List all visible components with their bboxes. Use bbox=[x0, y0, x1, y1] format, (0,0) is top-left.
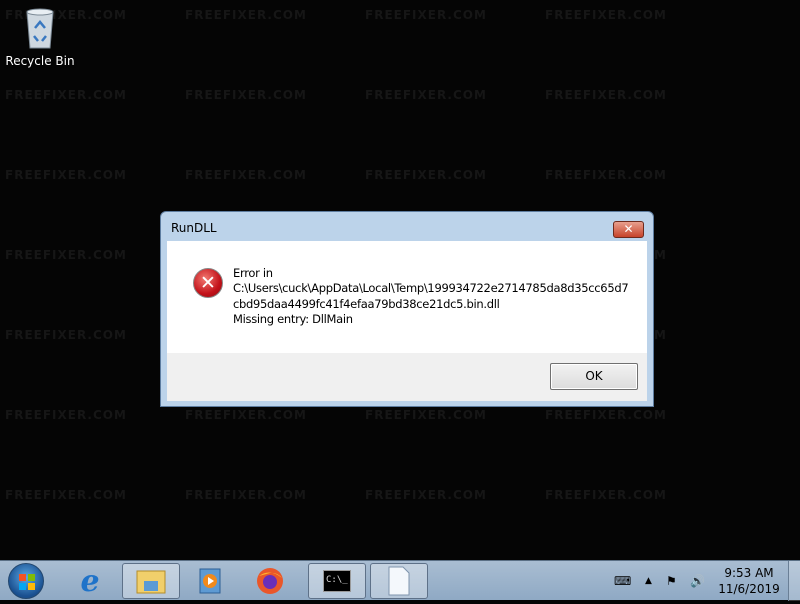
watermark-text: FREEFIXER.COM bbox=[365, 168, 487, 182]
taskbar-media-player[interactable] bbox=[181, 563, 239, 599]
message-line: cbd95daa4499fc41f4efaa79bd38ce21dc5.bin.… bbox=[233, 296, 500, 311]
watermark-text: FREEFIXER.COM bbox=[5, 168, 127, 182]
show-hidden-icons-button[interactable]: ▲ bbox=[645, 561, 652, 601]
watermark-text: FREEFIXER.COM bbox=[365, 408, 487, 422]
message-line: C:\Users\cuck\AppData\Local\Temp\1999347… bbox=[233, 281, 629, 296]
firefox-icon bbox=[257, 568, 283, 594]
watermark-text: FREEFIXER.COM bbox=[545, 8, 667, 22]
watermark-text: FREEFIXER.COM bbox=[545, 408, 667, 422]
taskbar-command-prompt[interactable]: C:\_ bbox=[308, 563, 366, 599]
watermark-text: FREEFIXER.COM bbox=[545, 88, 667, 102]
watermark-text: FREEFIXER.COM bbox=[365, 488, 487, 502]
clock-time: 9:53 AM bbox=[724, 566, 774, 580]
watermark-text: FREEFIXER.COM bbox=[185, 88, 307, 102]
windows-logo-icon bbox=[19, 574, 35, 590]
watermark-text: FREEFIXER.COM bbox=[185, 408, 307, 422]
message-line: Missing entry: DllMain bbox=[233, 311, 353, 326]
watermark-text: FREEFIXER.COM bbox=[545, 168, 667, 182]
taskbar-document[interactable] bbox=[370, 563, 428, 599]
document-icon bbox=[388, 566, 410, 596]
watermark-text: FREEFIXER.COM bbox=[5, 328, 127, 342]
watermark-text: FREEFIXER.COM bbox=[5, 88, 127, 102]
watermark-text: FREEFIXER.COM bbox=[5, 488, 127, 502]
watermark-text: FREEFIXER.COM bbox=[185, 8, 307, 22]
taskbar: e C:\_ ⌨ ▲ ⚑ 🔊 9:53 AM 11/6/2019 bbox=[0, 560, 800, 601]
dialog-footer: OK bbox=[167, 353, 647, 401]
taskbar-firefox[interactable] bbox=[241, 563, 299, 599]
clock-date: 11/6/2019 bbox=[718, 582, 780, 596]
taskbar-windows-explorer[interactable] bbox=[122, 563, 180, 599]
dialog-title: RunDLL bbox=[171, 221, 217, 235]
watermark-text: FREEFIXER.COM bbox=[185, 168, 307, 182]
message-line: Error in bbox=[233, 266, 273, 280]
watermark-text: FREEFIXER.COM bbox=[5, 248, 127, 262]
close-button[interactable]: ✕ bbox=[613, 221, 644, 238]
rundll-error-dialog: RunDLL ✕ ✕ Error in C:\Users\cuck\AppDat… bbox=[160, 211, 654, 407]
watermark-text: FREEFIXER.COM bbox=[365, 88, 487, 102]
error-message: Error in C:\Users\cuck\AppData\Local\Tem… bbox=[233, 266, 629, 327]
internet-explorer-icon: e bbox=[80, 563, 100, 599]
watermark-text: FREEFIXER.COM bbox=[365, 8, 487, 22]
watermark-text: FREEFIXER.COM bbox=[545, 488, 667, 502]
error-icon: ✕ bbox=[193, 268, 223, 298]
watermark-text: FREEFIXER.COM bbox=[5, 408, 127, 422]
watermark-text: FREEFIXER.COM bbox=[185, 488, 307, 502]
folder-icon bbox=[136, 570, 166, 594]
desktop-icon-recycle-bin[interactable]: Recycle Bin bbox=[4, 6, 76, 68]
volume-icon[interactable]: 🔊 bbox=[690, 561, 705, 601]
action-center-flag-icon[interactable]: ⚑ bbox=[666, 561, 677, 601]
cmd-icon: C:\_ bbox=[323, 570, 351, 592]
start-button[interactable] bbox=[8, 563, 44, 599]
taskbar-internet-explorer[interactable]: e bbox=[61, 563, 119, 599]
dialog-body: ✕ Error in C:\Users\cuck\AppData\Local\T… bbox=[167, 241, 647, 353]
desktop-icon-label: Recycle Bin bbox=[5, 54, 75, 68]
keyboard-icon[interactable]: ⌨ bbox=[614, 561, 631, 601]
show-desktop-button[interactable] bbox=[788, 561, 800, 601]
ok-button[interactable]: OK bbox=[550, 363, 638, 390]
media-player-icon bbox=[199, 568, 221, 594]
clock[interactable]: 9:53 AM 11/6/2019 bbox=[718, 565, 780, 597]
recycle-bin-icon bbox=[23, 6, 57, 50]
